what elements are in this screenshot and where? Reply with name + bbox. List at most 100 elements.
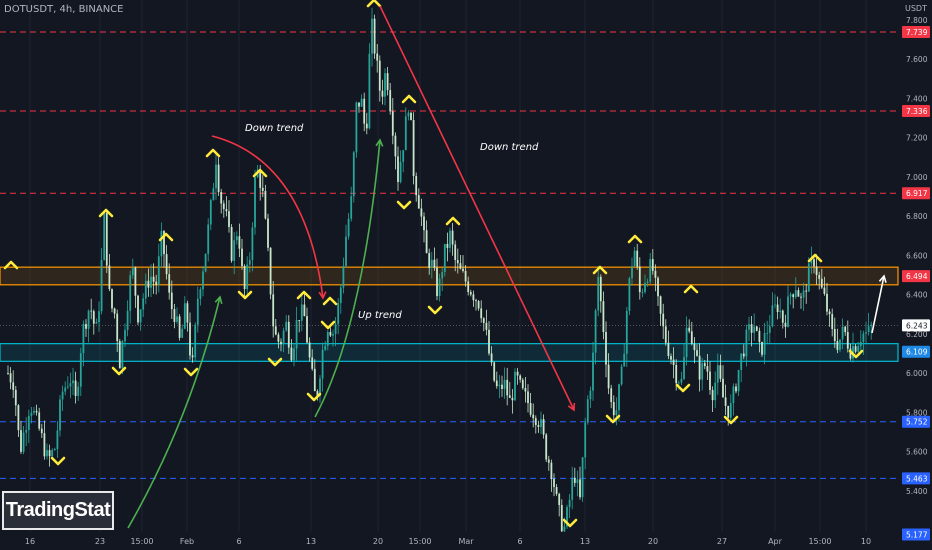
candle-body xyxy=(428,253,431,268)
candle-body xyxy=(33,410,35,413)
candle-body xyxy=(116,313,119,342)
candle-body xyxy=(703,363,706,367)
candle-body xyxy=(716,365,719,383)
x-tick-label: 16 xyxy=(25,537,35,546)
candle-body xyxy=(714,382,717,401)
candle-body xyxy=(285,321,288,331)
candle-body xyxy=(92,311,95,324)
candle-body xyxy=(95,322,98,324)
candle-body xyxy=(690,331,693,344)
candle-body xyxy=(711,389,714,401)
candle-body xyxy=(238,236,241,249)
candle-body xyxy=(599,276,602,302)
candle-body xyxy=(610,388,613,403)
candle-body xyxy=(402,150,405,162)
candle-body xyxy=(579,479,581,498)
candle-body xyxy=(321,349,324,379)
candle-body xyxy=(394,135,397,157)
candle-body xyxy=(384,73,386,97)
candle-body xyxy=(482,318,485,323)
candle-body xyxy=(612,402,615,416)
price-chart[interactable]: Down trend Up trend Down trend USDT 7.800 7.… xyxy=(0,0,932,550)
candle-body xyxy=(454,244,457,261)
candle-body xyxy=(657,277,659,297)
candle-body xyxy=(423,216,425,231)
candle-body xyxy=(332,333,334,336)
candle-body xyxy=(381,90,384,97)
candle-body xyxy=(774,304,776,306)
candle-body xyxy=(581,457,584,498)
price-label-8: 5.177 xyxy=(906,531,928,540)
candle-body xyxy=(636,250,639,267)
candle-body xyxy=(781,310,784,323)
candle-body xyxy=(501,384,503,390)
candle-body xyxy=(558,493,561,506)
candle-body xyxy=(641,291,644,293)
candle-body xyxy=(805,290,808,292)
candle-body xyxy=(446,243,449,248)
candle-body xyxy=(300,304,303,321)
candle-body xyxy=(334,324,337,334)
candle-body xyxy=(443,243,446,273)
candle-body xyxy=(620,366,623,385)
y-tick-label: 5.400 xyxy=(906,487,928,496)
trend-annotation-1: Up trend xyxy=(358,310,402,321)
candle-body xyxy=(651,259,654,271)
candle-body xyxy=(342,266,345,288)
candle-body xyxy=(350,196,353,219)
y-tick-label: 6.800 xyxy=(906,212,928,221)
candle-body xyxy=(831,314,834,330)
candle-body xyxy=(124,330,126,342)
candle-body xyxy=(841,326,844,340)
candle-body xyxy=(527,391,529,404)
candle-body xyxy=(740,353,743,370)
x-tick-label: 6 xyxy=(517,537,522,546)
candle-body xyxy=(326,332,329,346)
x-tick-label: 20 xyxy=(373,537,383,546)
candle-body xyxy=(698,355,701,380)
candle-body xyxy=(654,270,657,278)
candle-body xyxy=(183,303,186,329)
x-tick-label: 10 xyxy=(861,537,871,546)
candle-body xyxy=(628,278,631,311)
candle-body xyxy=(90,310,93,312)
candle-body xyxy=(105,212,108,266)
candle-body xyxy=(248,259,251,265)
chart-stage: Down trend Up trend Down trend USDT 7.800 7.… xyxy=(0,0,932,550)
candle-body xyxy=(753,326,756,333)
candle-body xyxy=(176,316,178,322)
candle-body xyxy=(79,353,82,387)
candle-body xyxy=(7,373,9,374)
candle-body xyxy=(269,247,272,295)
x-tick-label: 6 xyxy=(236,537,241,546)
candle-body xyxy=(550,462,553,479)
candle-body xyxy=(85,324,87,329)
candle-body xyxy=(228,211,230,228)
candle-body xyxy=(425,230,428,254)
price-axis: USDT 7.800 7.600 7.400 7.200 7.000 6.800 6.600 6… xyxy=(900,0,932,550)
candle-body xyxy=(389,90,392,112)
candle-body xyxy=(683,357,685,379)
candle-body xyxy=(178,316,181,338)
candle-body xyxy=(202,271,204,290)
candle-body xyxy=(329,332,332,336)
candle-body xyxy=(462,268,464,271)
candle-body xyxy=(488,329,490,354)
candle-body xyxy=(150,276,152,288)
candle-body xyxy=(506,379,509,396)
candle-body xyxy=(857,346,860,352)
y-tick-label: 6.400 xyxy=(906,291,928,300)
candle-body xyxy=(267,218,269,248)
candle-body xyxy=(64,387,67,392)
candle-body xyxy=(100,260,103,312)
candle-body xyxy=(51,450,54,457)
candle-body xyxy=(870,324,873,327)
candle-body xyxy=(464,270,467,282)
tradingstat-logo: TradingStat xyxy=(2,491,114,530)
candle-body xyxy=(729,403,732,418)
candle-body xyxy=(121,341,124,369)
candle-body xyxy=(493,362,496,381)
candle-body xyxy=(742,353,745,357)
candle-body xyxy=(397,156,399,183)
candle-body xyxy=(436,267,438,297)
